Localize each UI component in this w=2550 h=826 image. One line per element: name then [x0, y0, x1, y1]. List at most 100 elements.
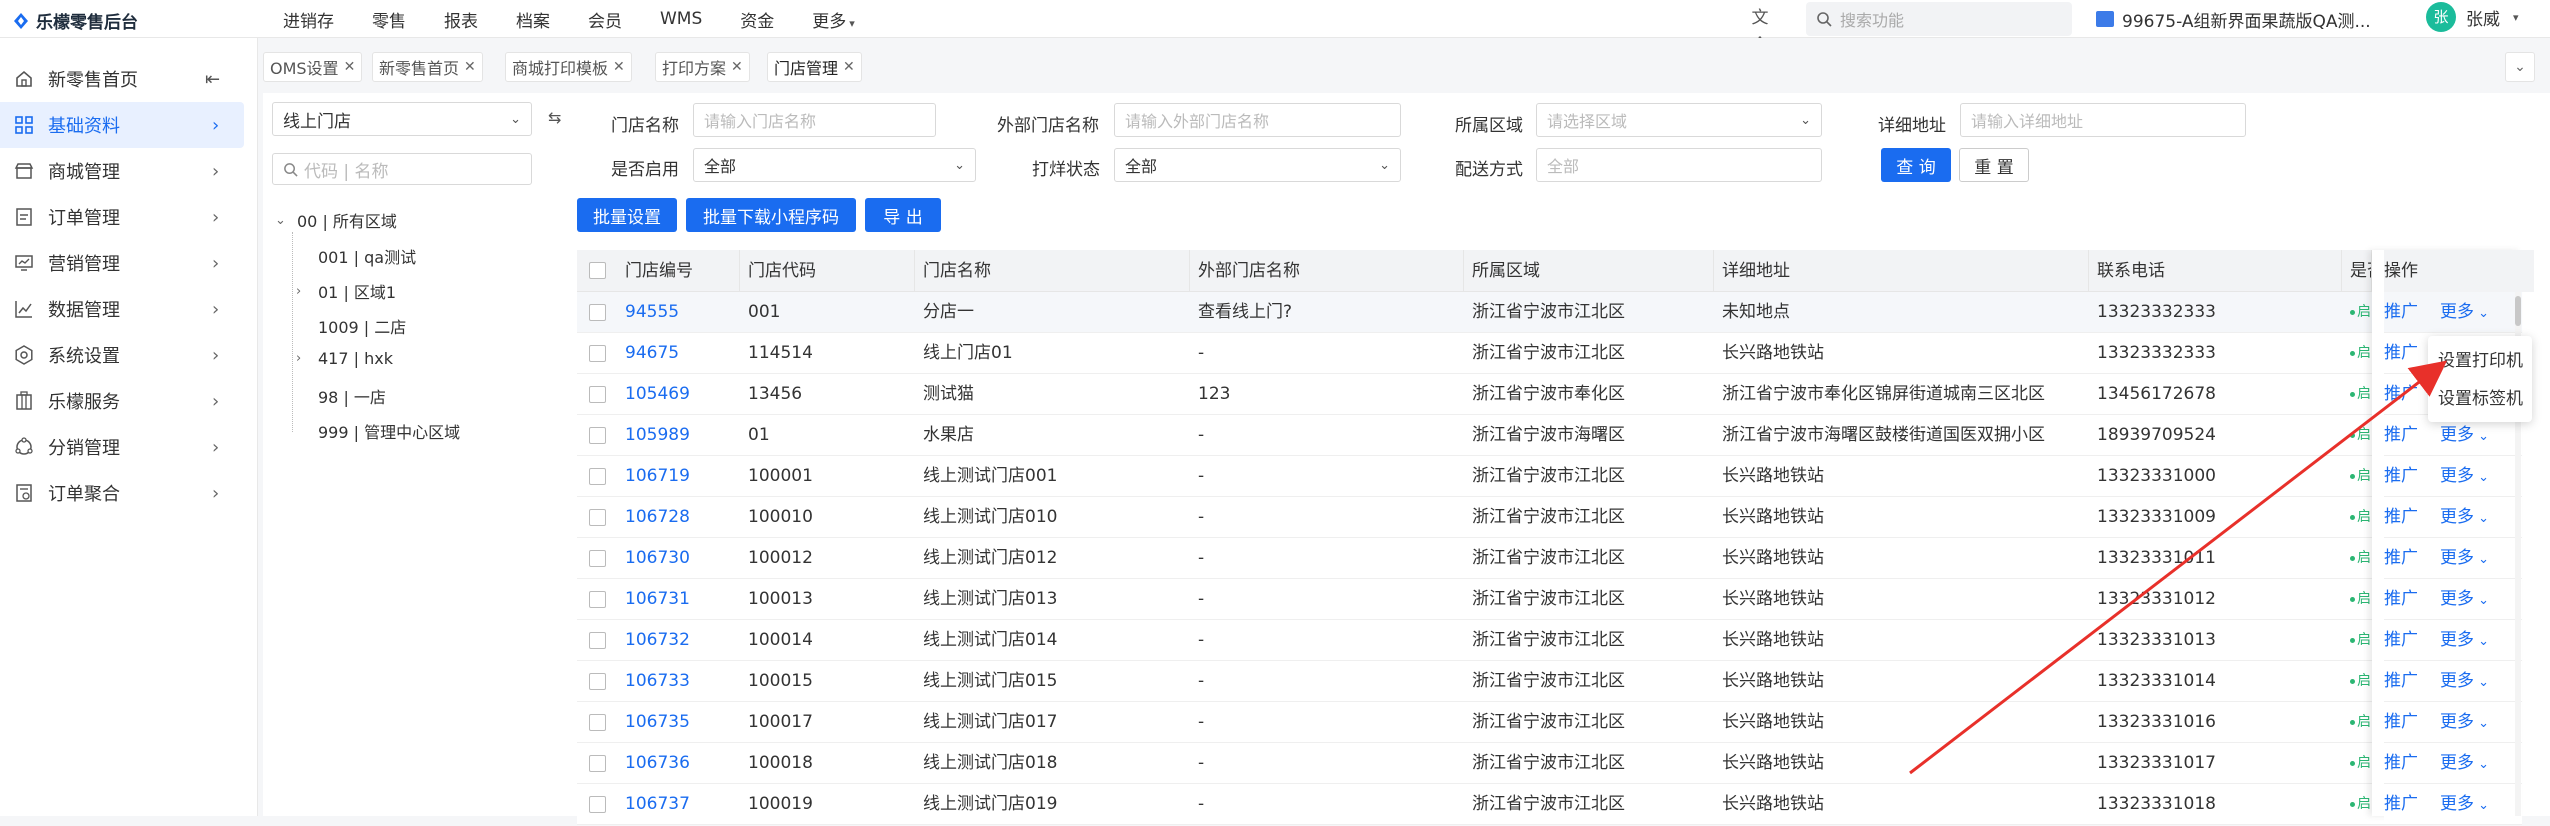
- store-id-cell[interactable]: 94555: [625, 292, 740, 333]
- tab-oms-settings[interactable]: OMS设置 ✕: [263, 52, 363, 82]
- tree-node[interactable]: › 417 | hxk: [296, 349, 393, 368]
- external-store-name-input[interactable]: 请输入外部门店名称: [1114, 103, 1401, 137]
- tree-node[interactable]: 98 | 一店: [318, 384, 386, 408]
- more-link[interactable]: 更多 ⌄: [2440, 630, 2489, 650]
- scrollbar-thumb[interactable]: [2515, 296, 2521, 326]
- nav-item-members[interactable]: 会员: [569, 7, 641, 32]
- nav-item-retail[interactable]: 零售: [353, 7, 425, 32]
- export-button[interactable]: 导 出: [865, 198, 941, 232]
- nav-item-inventory[interactable]: 进销存: [264, 7, 353, 32]
- more-link[interactable]: 更多 ⌄: [2440, 548, 2489, 568]
- column-header[interactable]: 门店名称: [915, 250, 1190, 292]
- promote-link[interactable]: 推广: [2384, 384, 2418, 404]
- tree-node-root[interactable]: ⌄ 00 | 所有区域: [275, 208, 397, 232]
- promote-link[interactable]: 推广: [2384, 507, 2418, 527]
- app-logo[interactable]: 乐檬零售后台: [12, 8, 138, 33]
- promote-link[interactable]: 推广: [2384, 630, 2418, 650]
- set-printer-menu-item[interactable]: 设置打印机: [2438, 346, 2523, 371]
- tree-node[interactable]: 1009 | 二店: [318, 314, 406, 338]
- store-id-cell[interactable]: 105989: [625, 415, 740, 456]
- chevron-right-icon[interactable]: ›: [296, 351, 312, 366]
- tree-node[interactable]: 001 | qa测试: [318, 244, 416, 268]
- sidebar-item-services[interactable]: 乐檬服务 ›: [0, 378, 258, 424]
- promote-link[interactable]: 推广: [2384, 343, 2418, 363]
- delivery-method-select[interactable]: 全部: [1536, 148, 1822, 182]
- nav-more-button[interactable]: 更多 ▾: [793, 7, 859, 32]
- column-header[interactable]: 联系电话: [2089, 250, 2342, 292]
- select-all-checkbox[interactable]: [589, 262, 606, 279]
- sidebar-item-orders[interactable]: 订单管理 ›: [0, 194, 258, 240]
- row-checkbox[interactable]: [589, 796, 606, 813]
- sidebar-item-mall[interactable]: 商城管理 ›: [0, 148, 258, 194]
- reset-button[interactable]: 重 置: [1959, 148, 2029, 182]
- close-icon[interactable]: ✕: [344, 59, 356, 75]
- store-id-cell[interactable]: 106737: [625, 784, 740, 825]
- chevron-right-icon[interactable]: ›: [296, 284, 312, 299]
- close-icon[interactable]: ✕: [464, 59, 476, 75]
- batch-download-qrcode-button[interactable]: 批量下载小程序码: [686, 198, 856, 232]
- promote-link[interactable]: 推广: [2384, 302, 2418, 322]
- row-checkbox[interactable]: [589, 591, 606, 608]
- sidebar-item-basic-data[interactable]: 基础资料 ›: [0, 102, 244, 148]
- tab-mall-print-template[interactable]: 商城打印模板 ✕: [505, 52, 632, 82]
- query-button[interactable]: 查 询: [1881, 148, 1951, 182]
- tab-print-scheme[interactable]: 打印方案 ✕: [655, 52, 750, 82]
- row-checkbox[interactable]: [589, 550, 606, 567]
- column-header[interactable]: 是否: [2342, 250, 2372, 292]
- column-header[interactable]: 门店代码: [740, 250, 915, 292]
- store-id-cell[interactable]: 106732: [625, 620, 740, 661]
- more-link[interactable]: 更多 ⌄: [2440, 466, 2489, 486]
- nav-item-archives[interactable]: 档案: [497, 7, 569, 32]
- row-checkbox[interactable]: [589, 468, 606, 485]
- promote-link[interactable]: 推广: [2384, 753, 2418, 773]
- tree-node[interactable]: 999 | 管理中心区域: [318, 419, 460, 443]
- more-link[interactable]: 更多 ⌄: [2440, 425, 2489, 445]
- promote-link[interactable]: 推广: [2384, 466, 2418, 486]
- region-select[interactable]: 请选择区域 ⌄: [1536, 103, 1822, 137]
- store-id-cell[interactable]: 106736: [625, 743, 740, 784]
- row-checkbox[interactable]: [589, 755, 606, 772]
- more-link[interactable]: 更多 ⌄: [2440, 671, 2489, 691]
- store-id-cell[interactable]: 105469: [625, 374, 740, 415]
- tab-new-retail-home[interactable]: 新零售首页 ✕: [372, 52, 483, 82]
- batch-settings-button[interactable]: 批量设置: [577, 198, 677, 232]
- more-link[interactable]: 更多 ⌄: [2440, 794, 2489, 814]
- more-link[interactable]: 更多 ⌄: [2440, 507, 2489, 527]
- sidebar-item-data[interactable]: 数据管理 ›: [0, 286, 258, 332]
- sidebar-item-settings[interactable]: 系统设置 ›: [0, 332, 258, 378]
- close-icon[interactable]: ✕: [843, 59, 855, 75]
- more-link[interactable]: 更多 ⌄: [2440, 753, 2489, 773]
- set-label-printer-menu-item[interactable]: 设置标签机: [2438, 384, 2523, 409]
- sidebar-item-home[interactable]: 新零售首页 ⇤: [0, 56, 258, 102]
- store-switcher[interactable]: 99675-A组新界面果蔬版QA测...: [2096, 0, 2371, 38]
- tree-search-input[interactable]: 代码 | 名称: [272, 153, 532, 185]
- chevron-down-icon[interactable]: ⌄: [275, 213, 291, 228]
- promote-link[interactable]: 推广: [2384, 589, 2418, 609]
- row-checkbox[interactable]: [589, 714, 606, 731]
- column-header[interactable]: 门店编号: [617, 250, 740, 292]
- promote-link[interactable]: 推广: [2384, 548, 2418, 568]
- column-header[interactable]: 外部门店名称: [1190, 250, 1464, 292]
- row-checkbox[interactable]: [589, 304, 606, 321]
- address-input[interactable]: 请输入详细地址: [1960, 103, 2246, 137]
- store-id-cell[interactable]: 106731: [625, 579, 740, 620]
- sidebar-item-distribution[interactable]: 分销管理 ›: [0, 424, 258, 470]
- nav-item-funds[interactable]: 资金: [721, 7, 793, 32]
- tab-store-management[interactable]: 门店管理 ✕: [767, 52, 862, 82]
- more-link[interactable]: 更多 ⌄: [2440, 589, 2489, 609]
- store-id-cell[interactable]: 94675: [625, 333, 740, 374]
- store-id-cell[interactable]: 106719: [625, 456, 740, 497]
- close-icon[interactable]: ✕: [731, 59, 743, 75]
- row-checkbox[interactable]: [589, 509, 606, 526]
- store-id-cell[interactable]: 106730: [625, 538, 740, 579]
- store-type-select[interactable]: 线上门店 ⌄: [272, 102, 532, 136]
- row-checkbox[interactable]: [589, 345, 606, 362]
- promote-link[interactable]: 推广: [2384, 794, 2418, 814]
- promote-link[interactable]: 推广: [2384, 425, 2418, 445]
- row-checkbox[interactable]: [589, 427, 606, 444]
- store-id-cell[interactable]: 106733: [625, 661, 740, 702]
- promote-link[interactable]: 推广: [2384, 671, 2418, 691]
- translate-icon[interactable]: 文A: [1747, 5, 1773, 54]
- tree-node[interactable]: › 01 | 区域1: [296, 279, 396, 303]
- nav-item-reports[interactable]: 报表: [425, 7, 497, 32]
